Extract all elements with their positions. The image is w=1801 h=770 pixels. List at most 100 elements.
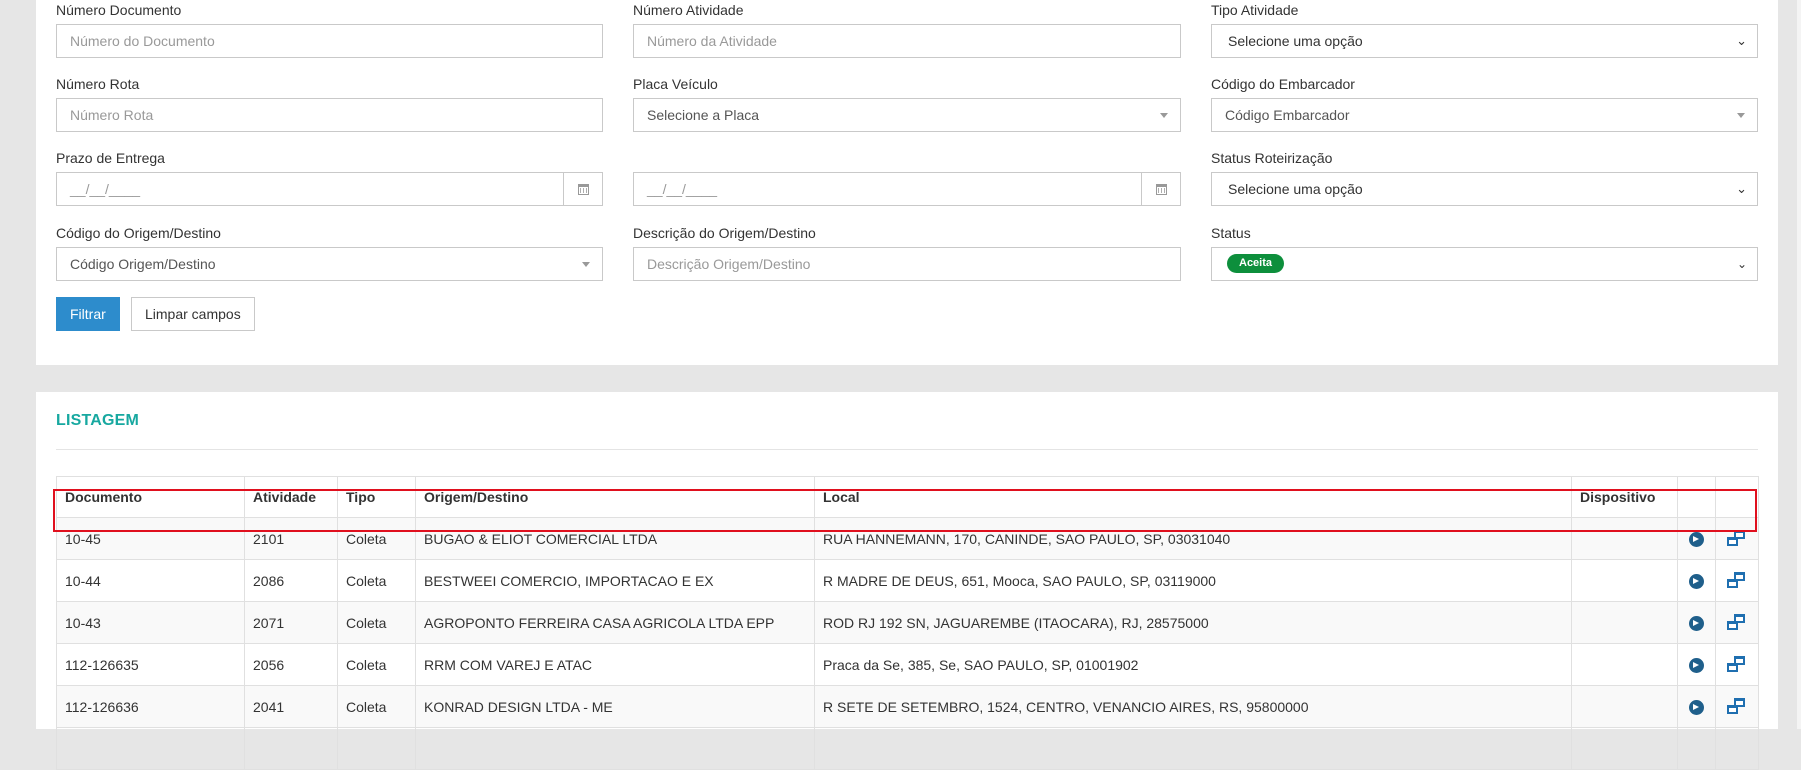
chevron-down-icon: ⌄ [1736, 33, 1747, 48]
open-window-icon[interactable] [1727, 530, 1747, 547]
arrow-right-circle-icon[interactable] [1689, 531, 1704, 547]
scrollbar-track[interactable] [1797, 0, 1801, 729]
column-header-dispositivo[interactable]: Dispositivo [1571, 476, 1678, 518]
tipo-atividade-value: Selecione uma opção [1228, 33, 1363, 49]
tipo-atividade-field: Tipo Atividade Selecione uma opção ⌄ [1211, 0, 1758, 58]
status-multiselect[interactable]: Aceita ⌄ [1211, 247, 1758, 281]
cell-action-open [1677, 517, 1716, 560]
chevron-down-icon: ⌄ [1736, 257, 1747, 271]
table-row[interactable]: 112-126636 2041 Coleta KONRAD DESIGN LTD… [56, 685, 1759, 728]
cell-tipo: Coleta [337, 559, 416, 602]
cell-dispositivo [1571, 559, 1678, 602]
codigo-embarcador-select[interactable]: Código Embarcador [1211, 98, 1758, 132]
status-field: Status Aceita ⌄ [1211, 223, 1758, 281]
arrow-right-circle-icon[interactable] [1689, 699, 1704, 715]
cell-documento: 112-126635 [56, 643, 245, 686]
calendar-button[interactable] [563, 173, 602, 205]
numero-atividade-field: Número Atividade Número da Atividade [633, 0, 1181, 58]
placa-veiculo-label: Placa Veículo [633, 76, 718, 92]
clear-fields-button[interactable]: Limpar campos [131, 297, 255, 331]
placa-veiculo-select[interactable]: Selecione a Placa [633, 98, 1181, 132]
cell-action-open [1677, 685, 1716, 728]
status-label: Status [1211, 225, 1251, 241]
calendar-icon [1155, 183, 1167, 195]
cell-atividade: 2071 [244, 601, 338, 644]
codigo-origem-destino-select[interactable]: Código Origem/Destino [56, 247, 603, 281]
status-roteirizacao-select[interactable]: Selecione uma opção ⌄ [1211, 172, 1758, 206]
column-header-documento[interactable]: Documento [56, 476, 245, 518]
prazo-entrega-from-value: __/__/____ [70, 181, 141, 197]
cell-atividade: 2041 [244, 685, 338, 728]
column-header-action-1 [1677, 476, 1716, 518]
arrow-right-circle-icon[interactable] [1689, 615, 1704, 631]
open-window-icon[interactable] [1727, 572, 1747, 589]
prazo-entrega-field: Prazo de Entrega __/__/____ [56, 148, 603, 206]
cell-local [814, 727, 1572, 770]
filter-panel: Número Documento Número do Documento Núm… [36, 0, 1778, 365]
cell-tipo: Coleta [337, 643, 416, 686]
divider [56, 449, 1758, 450]
results-table: Documento Atividade Tipo Origem/Destino … [56, 476, 1759, 770]
numero-atividade-input[interactable]: Número da Atividade [633, 24, 1181, 58]
descricao-origem-destino-field: Descrição do Origem/Destino Descrição Or… [633, 223, 1181, 281]
descricao-origem-destino-label: Descrição do Origem/Destino [633, 225, 816, 241]
descricao-origem-destino-input[interactable]: Descrição Origem/Destino [633, 247, 1181, 281]
calendar-icon [577, 183, 589, 195]
cell-local: R MADRE DE DEUS, 651, Mooca, SAO PAULO, … [814, 559, 1572, 602]
placa-veiculo-field: Placa Veículo Selecione a Placa [633, 74, 1181, 132]
chevron-down-icon: ⌄ [1736, 181, 1747, 196]
placa-veiculo-value: Selecione a Placa [647, 107, 760, 123]
numero-atividade-label: Número Atividade [633, 2, 744, 18]
column-header-atividade[interactable]: Atividade [244, 476, 338, 518]
filter-button[interactable]: Filtrar [56, 297, 120, 331]
column-header-tipo[interactable]: Tipo [337, 476, 416, 518]
open-window-icon[interactable] [1727, 656, 1747, 673]
column-header-origem-destino[interactable]: Origem/Destino [415, 476, 815, 518]
cell-origem-destino: KONRAD DESIGN LTDA - ME [415, 685, 815, 728]
table-row[interactable]: 112-126635 2056 Coleta RRM COM VAREJ E A… [56, 643, 1759, 686]
table-row[interactable] [56, 727, 1759, 770]
codigo-origem-destino-label: Código do Origem/Destino [56, 225, 221, 241]
table-row[interactable]: 10-43 2071 Coleta AGROPONTO FERREIRA CAS… [56, 601, 1759, 644]
codigo-origem-destino-field: Código do Origem/Destino Código Origem/D… [56, 223, 603, 281]
cell-origem-destino [415, 727, 815, 770]
cell-atividade: 2101 [244, 517, 338, 560]
status-roteirizacao-field: Status Roteirização Selecione uma opção … [1211, 148, 1758, 206]
cell-local: R SETE DE SETEMBRO, 1524, CENTRO, VENANC… [814, 685, 1572, 728]
calendar-button[interactable] [1141, 173, 1180, 205]
caret-down-icon [582, 262, 590, 267]
table-row[interactable]: 10-44 2086 Coleta BESTWEEI COMERCIO, IMP… [56, 559, 1759, 602]
column-header-action-2 [1715, 476, 1759, 518]
status-roteirizacao-value: Selecione uma opção [1228, 181, 1363, 197]
cell-documento: 112-126636 [56, 685, 245, 728]
column-header-local[interactable]: Local [814, 476, 1572, 518]
arrow-right-circle-icon[interactable] [1689, 657, 1704, 673]
cell-action-window [1715, 559, 1759, 602]
prazo-entrega-to-value: __/__/____ [647, 181, 718, 197]
arrow-right-circle-icon[interactable] [1689, 573, 1704, 589]
cell-origem-destino: RRM COM VAREJ E ATAC [415, 643, 815, 686]
table-row[interactable]: 10-45 2101 Coleta BUGAO & ELIOT COMERCIA… [56, 517, 1759, 560]
status-tag-aceita[interactable]: Aceita [1227, 254, 1285, 273]
cell-action-open [1677, 643, 1716, 686]
cell-tipo: Coleta [337, 685, 416, 728]
cell-dispositivo [1571, 643, 1678, 686]
numero-documento-label: Número Documento [56, 2, 182, 18]
numero-rota-label: Número Rota [56, 76, 140, 92]
cell-atividade: 2086 [244, 559, 338, 602]
codigo-embarcador-label: Código do Embarcador [1211, 76, 1355, 92]
prazo-entrega-to-input[interactable]: __/__/____ [633, 172, 1181, 206]
tipo-atividade-select[interactable]: Selecione uma opção ⌄ [1211, 24, 1758, 58]
codigo-origem-destino-value: Código Origem/Destino [70, 256, 216, 272]
cell-tipo: Coleta [337, 601, 416, 644]
caret-down-icon [1737, 113, 1745, 118]
cell-origem-destino: BESTWEEI COMERCIO, IMPORTACAO E EX [415, 559, 815, 602]
open-window-icon[interactable] [1727, 698, 1747, 715]
numero-rota-input[interactable]: Número Rota [56, 98, 603, 132]
cell-action-window [1715, 601, 1759, 644]
codigo-embarcador-field: Código do Embarcador Código Embarcador [1211, 74, 1758, 132]
prazo-entrega-from-input[interactable]: __/__/____ [56, 172, 603, 206]
numero-documento-input[interactable]: Número do Documento [56, 24, 603, 58]
cell-action-window [1715, 727, 1759, 770]
open-window-icon[interactable] [1727, 614, 1747, 631]
